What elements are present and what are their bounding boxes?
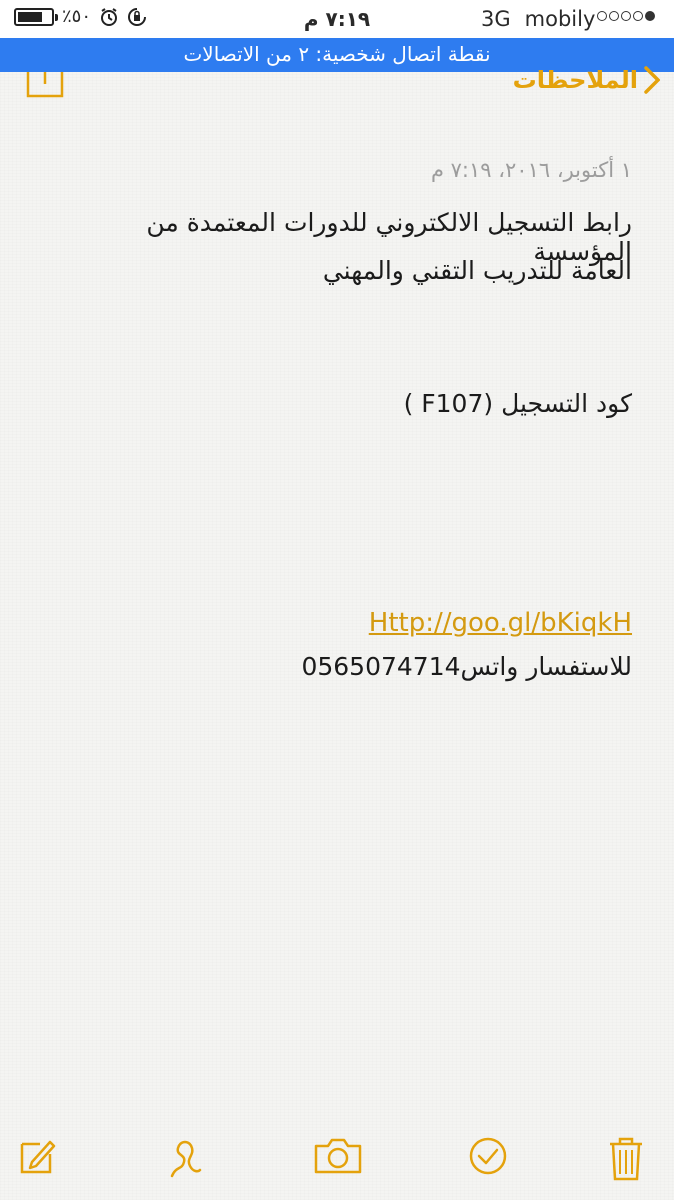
rotation-lock-icon — [128, 7, 147, 26]
note-line[interactable]: العامة للتدريب التقني والمهني — [40, 256, 632, 285]
note-date: ١ أكتوبر، ٢٠١٦، ٧:١٩ م — [430, 158, 632, 182]
status-bar: ٪٥٠ ٧:١٩ م 3G mobily — [0, 0, 674, 38]
network-type: 3G — [481, 7, 511, 31]
status-left-icons: ٪٥٠ — [14, 6, 147, 27]
back-label: الملاحظات — [512, 66, 638, 94]
carrier-name: mobily — [524, 7, 596, 31]
status-time: ٧:١٩ م — [303, 7, 371, 31]
battery-percent: ٪٥٠ — [62, 6, 92, 27]
camera-icon[interactable] — [312, 1136, 364, 1176]
sketch-icon[interactable] — [166, 1136, 206, 1180]
chevron-back-icon — [644, 66, 660, 94]
registration-code-line[interactable]: كود التسجيل (F107 ) — [40, 389, 632, 418]
contact-line[interactable]: للاستفسار واتس0565074714 — [40, 652, 632, 681]
carrier-info: 3G mobily — [481, 7, 595, 31]
battery-icon — [14, 7, 58, 26]
trash-icon[interactable] — [608, 1136, 644, 1182]
registration-link[interactable]: Http://goo.gl/bKiqkH — [40, 608, 632, 638]
bottom-toolbar — [0, 1130, 674, 1190]
checklist-icon[interactable] — [468, 1136, 508, 1176]
signal-strength-icon — [597, 11, 655, 21]
alarm-icon — [101, 7, 118, 26]
back-button[interactable]: الملاحظات — [513, 66, 660, 94]
share-icon[interactable] — [26, 72, 64, 98]
compose-icon[interactable] — [18, 1136, 56, 1176]
navigation-bar: الملاحظات — [0, 66, 674, 102]
